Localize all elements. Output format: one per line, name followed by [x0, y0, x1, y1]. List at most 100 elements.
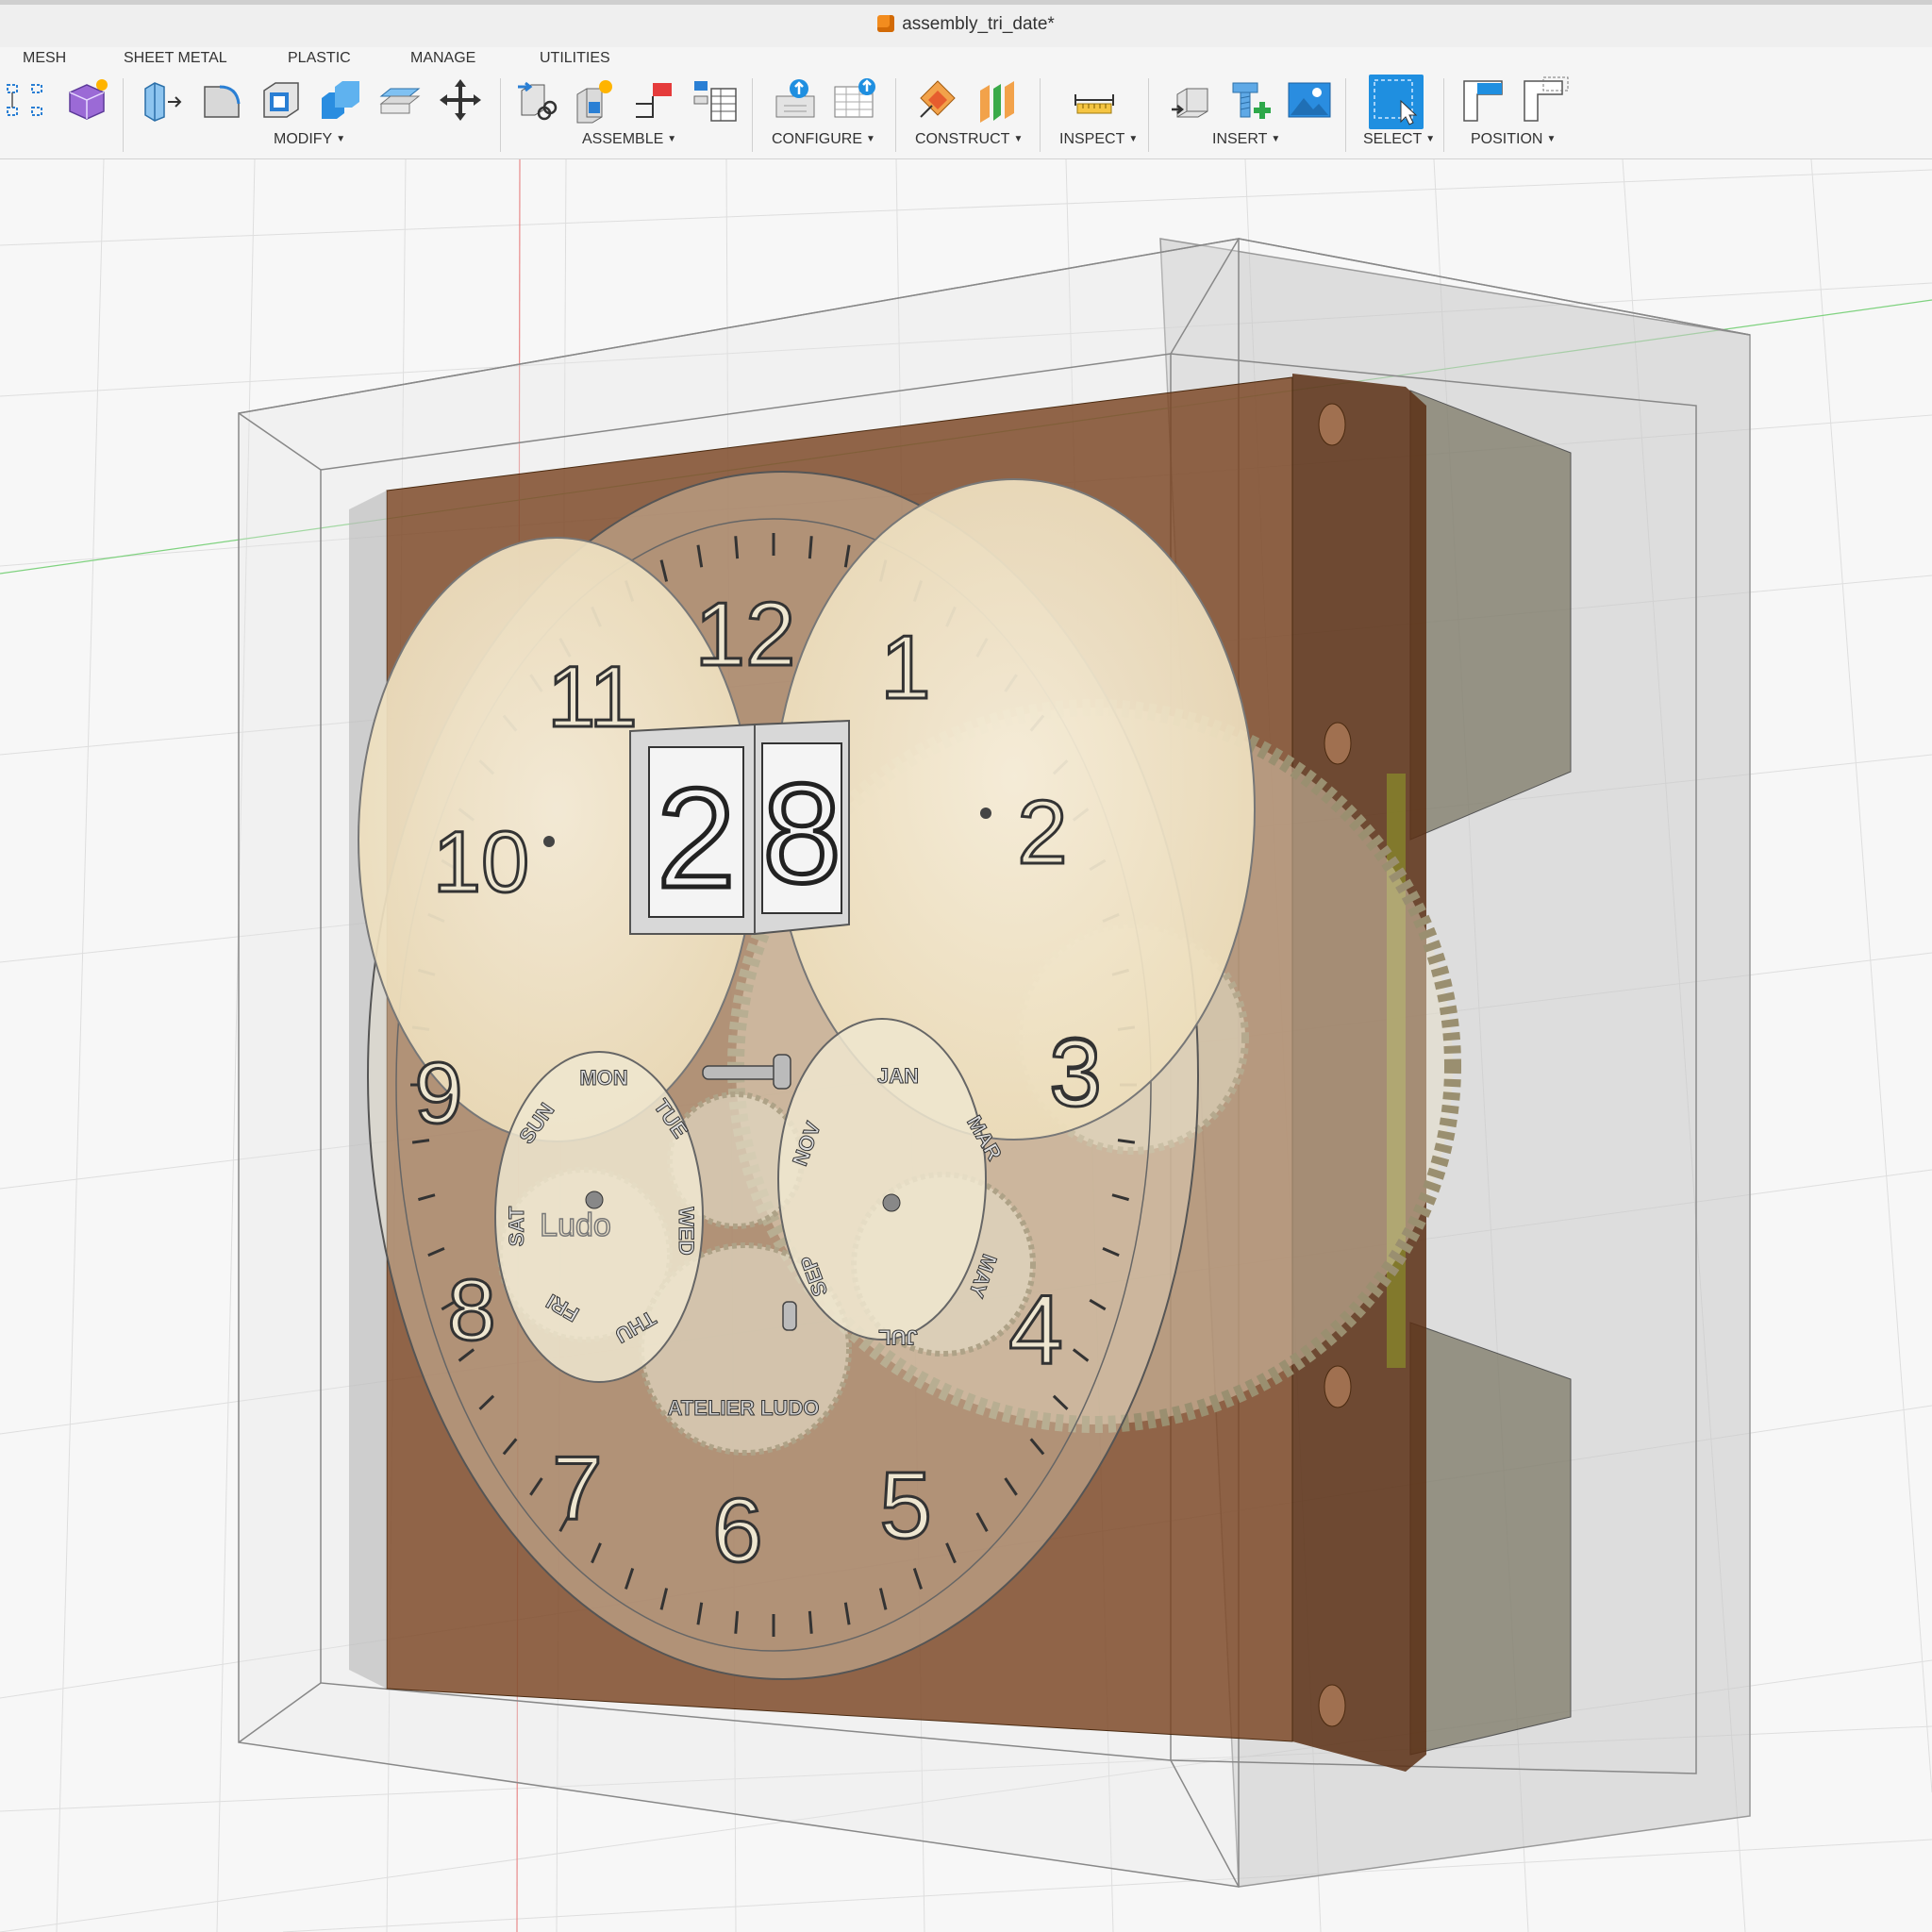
group-inspect[interactable]: INSPECT ▼ — [1059, 131, 1138, 148]
mesh-create-button[interactable] — [62, 75, 111, 125]
numeral-6: 6 — [712, 1480, 762, 1581]
bom-button[interactable] — [691, 75, 740, 125]
group-position-label: POSITION — [1471, 131, 1543, 147]
dial-tick — [734, 1610, 740, 1634]
group-modify[interactable]: MODIFY ▼ — [274, 131, 345, 148]
chevron-down-icon: ▼ — [1271, 134, 1281, 144]
group-insert-label: INSERT — [1212, 131, 1268, 147]
chevron-down-icon: ▼ — [667, 134, 677, 144]
model-canvas[interactable]: 2 8 12 11 10 9 8 7 6 5 4 3 1 2 3 SUN MON — [0, 159, 1932, 1932]
toolbar-separator — [1040, 78, 1041, 152]
insert-mcmaster-button[interactable] — [1225, 75, 1274, 125]
toolbar-separator — [123, 78, 124, 152]
date-digit-units: 8 — [762, 754, 841, 912]
mount-block-bottom[interactable] — [1409, 1322, 1572, 1756]
configure-insert-button[interactable] — [771, 75, 820, 125]
tab-manage[interactable]: MANAGE — [410, 50, 475, 67]
configure-table-icon — [834, 78, 875, 118]
date-digit-tens: 2 — [657, 758, 735, 917]
press-pull-icon — [144, 82, 182, 122]
toolbar-separator — [752, 78, 753, 152]
select-button[interactable] — [1369, 75, 1424, 129]
fillet-icon — [204, 85, 241, 118]
day-label-sat: SAT — [505, 1206, 528, 1246]
chevron-down-icon: ▼ — [1128, 134, 1139, 144]
midplane-button[interactable] — [973, 75, 1022, 125]
group-inspect-label: INSPECT — [1059, 131, 1125, 147]
date-window[interactable]: 2 8 — [629, 719, 850, 936]
chevron-down-icon: ▼ — [1546, 134, 1557, 144]
toolbar-separator — [1443, 78, 1444, 152]
chevron-down-icon: ▼ — [1425, 134, 1436, 144]
document-title: assembly_tri_date* — [0, 14, 1932, 35]
chevron-down-icon: ▼ — [1013, 134, 1024, 144]
toolbar-separator — [1345, 78, 1346, 152]
configure-table-button[interactable] — [831, 75, 880, 125]
numeral-3-right: 3 — [1049, 1021, 1102, 1126]
offset-face-button[interactable] — [375, 75, 425, 125]
group-construct[interactable]: CONSTRUCT ▼ — [915, 131, 1023, 148]
mesh-tree-icon — [7, 84, 42, 116]
month-label-jan: JAN — [877, 1064, 919, 1088]
revert-position-button[interactable] — [1521, 75, 1570, 125]
fillet-button[interactable] — [197, 75, 246, 125]
numeral-5: 5 — [879, 1453, 932, 1558]
mesh-create-icon — [69, 79, 108, 120]
rigid-group-button[interactable] — [630, 75, 679, 125]
numeral-1: 1 — [880, 617, 930, 718]
tab-utilities[interactable]: UTILITIES — [540, 50, 610, 67]
new-component-button[interactable] — [570, 75, 619, 125]
numeral-9: 9 — [414, 1045, 462, 1141]
insert-canvas-button[interactable] — [1285, 75, 1334, 125]
group-select-label: SELECT — [1363, 131, 1423, 147]
tab-plastic[interactable]: PLASTIC — [288, 50, 351, 67]
move-button[interactable] — [436, 75, 485, 125]
combine-button[interactable] — [316, 75, 365, 125]
day-subdial-brand: Ludo — [540, 1208, 611, 1243]
new-component-icon — [576, 80, 612, 124]
numeral-10: 10 — [433, 814, 529, 910]
tab-sheet-metal[interactable]: SHEET METAL — [124, 50, 227, 67]
offset-face-icon — [379, 88, 421, 114]
midplane-icon — [980, 81, 1014, 123]
capture-position-icon — [1463, 80, 1503, 122]
group-construct-label: CONSTRUCT — [915, 131, 1010, 147]
measure-icon — [1074, 94, 1114, 114]
day-subdial[interactable]: SUN MON TUE WED THU FRI SAT Ludo — [494, 1051, 704, 1383]
numeral-4: 4 — [1008, 1275, 1063, 1385]
group-position[interactable]: POSITION ▼ — [1471, 131, 1556, 148]
offset-plane-icon — [920, 80, 956, 118]
chevron-down-icon: ▼ — [866, 134, 875, 144]
group-insert[interactable]: INSERT ▼ — [1212, 131, 1280, 148]
measure-button[interactable] — [1070, 75, 1119, 125]
insert-derive-button[interactable] — [1166, 75, 1215, 125]
shell-button[interactable] — [257, 75, 306, 125]
group-configure[interactable]: CONFIGURE ▼ — [772, 131, 875, 148]
insert-mcmaster-icon — [1232, 82, 1271, 119]
toolbar-separator — [895, 78, 896, 152]
move-icon — [440, 79, 481, 121]
capture-position-button[interactable] — [1460, 75, 1509, 125]
rigid-group-icon — [636, 83, 672, 118]
mount-block-top[interactable] — [1409, 390, 1572, 841]
numeral-11: 11 — [547, 649, 638, 745]
offset-plane-button[interactable] — [913, 75, 962, 125]
day-label-wed: WED — [675, 1207, 698, 1255]
document-title-text: assembly_tri_date* — [902, 14, 1055, 34]
bom-icon — [693, 81, 737, 122]
group-select[interactable]: SELECT ▼ — [1363, 131, 1435, 148]
joint-button[interactable] — [512, 75, 561, 125]
mesh-tree-button[interactable] — [2, 75, 51, 125]
revert-position-icon — [1524, 76, 1569, 122]
canvas-viewport[interactable]: 2 8 12 11 10 9 8 7 6 5 4 3 1 2 3 SUN MON — [0, 159, 1932, 1932]
numeral-12: 12 — [695, 584, 796, 685]
group-assemble[interactable]: ASSEMBLE ▼ — [582, 131, 676, 148]
day-label-mon: MON — [579, 1066, 627, 1090]
insert-derive-icon — [1172, 88, 1208, 118]
dial-tick — [808, 1610, 813, 1634]
joint-icon — [518, 81, 558, 121]
press-pull-button[interactable] — [138, 75, 187, 125]
tab-mesh[interactable]: MESH — [23, 50, 66, 67]
toolbar-separator — [1148, 78, 1149, 152]
document-cube-icon — [877, 15, 895, 32]
